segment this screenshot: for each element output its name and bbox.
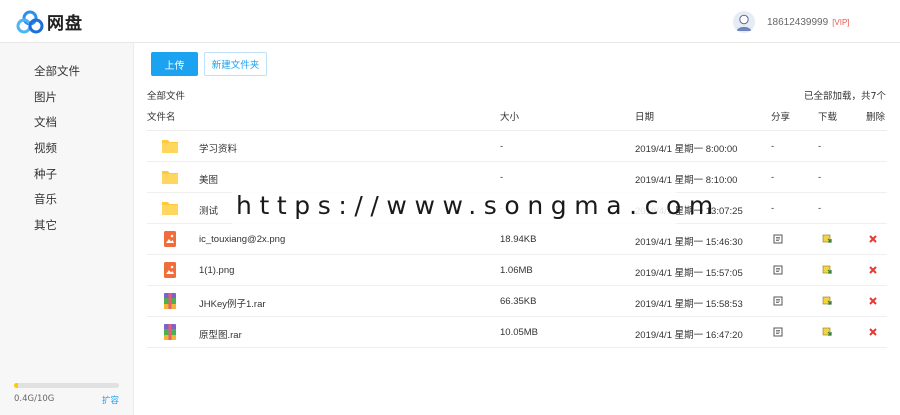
file-size: 10.05MB bbox=[500, 327, 539, 338]
table-row[interactable]: 原型图.rar 10.05MB 2019/4/1 星期一 16:47:20 bbox=[147, 317, 887, 348]
sidebar-item-other[interactable]: 其它 bbox=[34, 217, 57, 233]
table-row[interactable]: 1(1).png 1.06MB 2019/4/1 星期一 15:57:05 bbox=[147, 255, 887, 286]
file-size: 18.94KB bbox=[500, 234, 537, 245]
top-header: 网盘 18612439999 [VIP] bbox=[0, 0, 900, 43]
sidebar-item-all-files[interactable]: 全部文件 bbox=[34, 63, 80, 79]
file-date: 2019/4/1 星期一 15:57:05 bbox=[635, 268, 743, 279]
watermark-text: https://www.songma.com bbox=[236, 191, 721, 220]
file-date: 2019/4/1 星期一 15:58:53 bbox=[635, 299, 743, 310]
file-size: - bbox=[500, 141, 504, 152]
cloud-logo-icon bbox=[16, 10, 44, 33]
share-placeholder: - bbox=[771, 203, 775, 214]
storage-bar bbox=[14, 383, 119, 388]
vip-badge: [VIP] bbox=[832, 17, 850, 27]
sidebar-item-documents[interactable]: 文档 bbox=[34, 114, 57, 130]
table-row[interactable]: JHKey例子1.rar 66.35KB 2019/4/1 星期一 15:58:… bbox=[147, 286, 887, 317]
new-folder-button[interactable]: 新建文件夹 bbox=[204, 52, 267, 76]
archive-file-icon bbox=[164, 293, 176, 309]
share-icon[interactable] bbox=[773, 296, 783, 306]
sidebar-item-music[interactable]: 音乐 bbox=[34, 191, 57, 207]
file-date: 2019/4/1 星期一 16:47:20 bbox=[635, 330, 743, 341]
load-status: 已全部加载，共7个 bbox=[803, 91, 886, 102]
file-date: 2019/4/1 星期一 8:00:00 bbox=[635, 144, 738, 155]
file-name[interactable]: ic_touxiang@2x.png bbox=[199, 234, 285, 245]
download-icon[interactable] bbox=[822, 265, 832, 275]
file-size: 66.35KB bbox=[500, 296, 537, 307]
download-icon[interactable] bbox=[822, 296, 832, 306]
sidebar-item-images[interactable]: 图片 bbox=[34, 89, 57, 105]
column-header-delete: 删除 bbox=[866, 112, 886, 123]
column-header-download: 下载 bbox=[818, 112, 838, 123]
folder-icon bbox=[162, 202, 178, 215]
table-row[interactable]: ic_touxiang@2x.png 18.94KB 2019/4/1 星期一 … bbox=[147, 224, 887, 255]
logo-text: 网盘 bbox=[47, 14, 83, 34]
table-row[interactable]: 学习资料 - 2019/4/1 星期一 8:00:00 - - bbox=[147, 131, 887, 162]
sidebar: 全部文件 图片 文档 视频 种子 音乐 其它 0.4G/10G 扩容 bbox=[0, 43, 134, 415]
storage-text: 0.4G/10G bbox=[14, 394, 55, 404]
file-name[interactable]: JHKey例子1.rar bbox=[199, 296, 266, 310]
sidebar-item-torrents[interactable]: 种子 bbox=[34, 166, 57, 182]
file-size: - bbox=[500, 172, 504, 183]
download-icon[interactable] bbox=[822, 327, 832, 337]
storage-usage: 0.4G/10G 扩容 bbox=[14, 383, 119, 406]
user-phone: 18612439999 bbox=[767, 16, 829, 28]
column-header-share: 分享 bbox=[771, 112, 791, 123]
folder-icon bbox=[162, 171, 178, 184]
breadcrumb[interactable]: 全部文件 bbox=[147, 88, 185, 102]
image-file-icon bbox=[164, 262, 176, 278]
expand-storage-link[interactable]: 扩容 bbox=[102, 394, 119, 406]
delete-icon[interactable] bbox=[868, 265, 878, 275]
file-name[interactable]: 学习资料 bbox=[199, 141, 237, 155]
download-placeholder: - bbox=[818, 203, 822, 214]
user-avatar-icon bbox=[736, 14, 752, 31]
file-name[interactable]: 美图 bbox=[199, 172, 218, 186]
app-logo[interactable]: 网盘 bbox=[16, 9, 83, 34]
file-name[interactable]: 测试 bbox=[199, 203, 218, 217]
delete-icon[interactable] bbox=[868, 234, 878, 244]
download-placeholder: - bbox=[818, 172, 822, 183]
column-header-name: 文件名 bbox=[147, 112, 176, 123]
file-date: 2019/4/1 星期一 15:46:30 bbox=[635, 237, 743, 248]
storage-bar-fill bbox=[14, 383, 19, 388]
file-name[interactable]: 原型图.rar bbox=[199, 327, 242, 341]
file-date: 2019/4/1 星期一 8:10:00 bbox=[635, 175, 738, 186]
share-placeholder: - bbox=[771, 141, 775, 152]
column-header-date: 日期 bbox=[635, 112, 655, 123]
share-icon[interactable] bbox=[773, 265, 783, 275]
delete-icon[interactable] bbox=[868, 327, 878, 337]
file-size: 1.06MB bbox=[500, 265, 533, 276]
user-info[interactable]: 18612439999 [VIP] bbox=[733, 11, 850, 33]
download-placeholder: - bbox=[818, 141, 822, 152]
file-name[interactable]: 1(1).png bbox=[199, 265, 234, 276]
delete-icon[interactable] bbox=[868, 296, 878, 306]
download-icon[interactable] bbox=[822, 234, 832, 244]
archive-file-icon bbox=[164, 324, 176, 340]
sidebar-item-videos[interactable]: 视频 bbox=[34, 140, 57, 156]
upload-button[interactable]: 上传 bbox=[151, 52, 198, 76]
share-icon[interactable] bbox=[773, 327, 783, 337]
share-placeholder: - bbox=[771, 172, 775, 183]
image-file-icon bbox=[164, 231, 176, 247]
folder-icon bbox=[162, 140, 178, 153]
table-row[interactable]: 美图 - 2019/4/1 星期一 8:10:00 - - bbox=[147, 162, 887, 193]
avatar[interactable] bbox=[733, 11, 755, 33]
column-header-size: 大小 bbox=[500, 112, 520, 123]
share-icon[interactable] bbox=[773, 234, 783, 244]
